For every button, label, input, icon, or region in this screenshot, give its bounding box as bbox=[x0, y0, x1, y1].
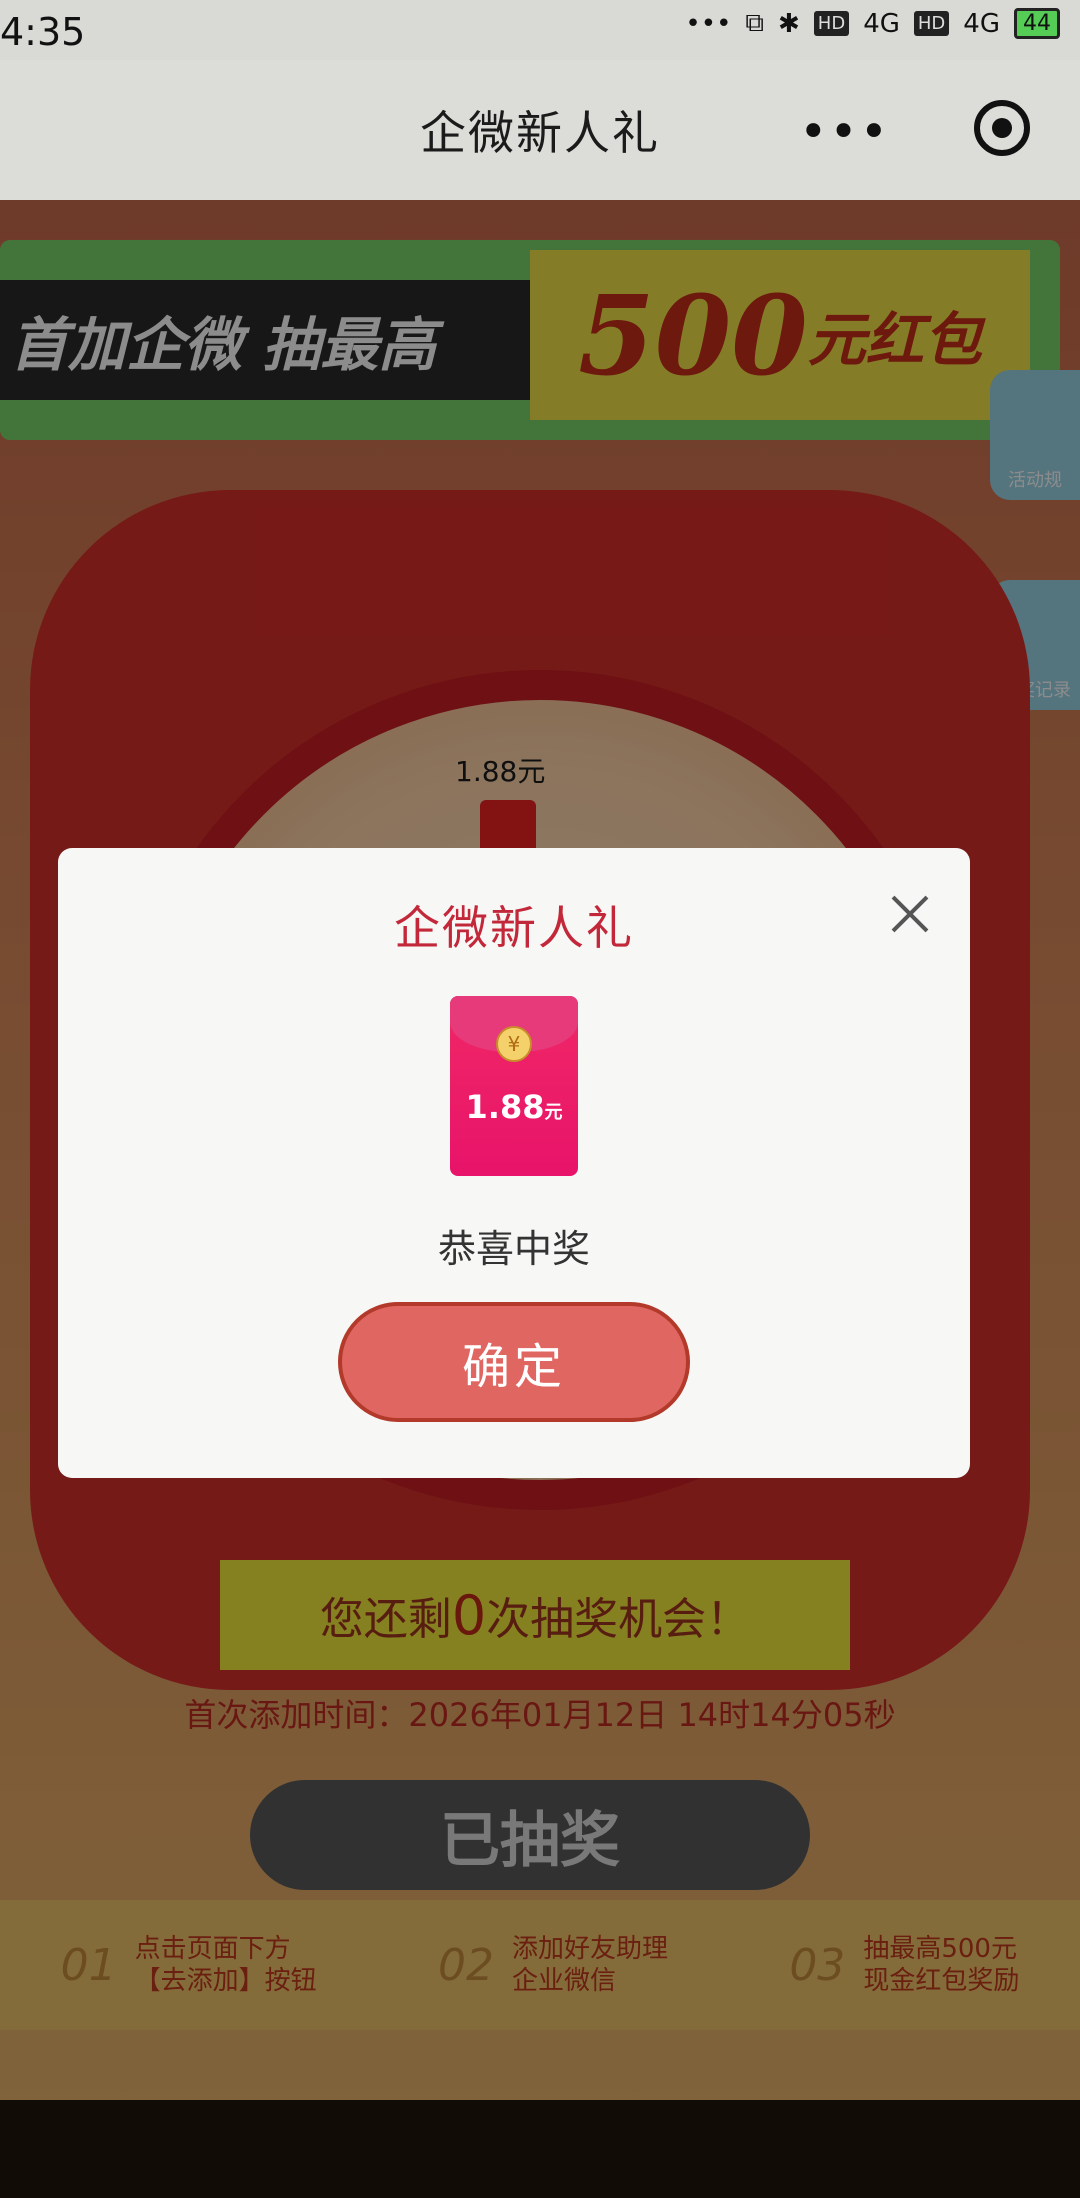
bluetooth-icon: ✱ bbox=[777, 8, 800, 39]
hd-badge-2: HD bbox=[913, 11, 950, 36]
yuan-coin-icon: ¥ bbox=[496, 1026, 532, 1062]
modal-title: 企微新人礼 bbox=[394, 901, 634, 955]
battery-icon: 44 bbox=[1014, 8, 1060, 39]
envelope-amount-value: 1.88 bbox=[465, 1088, 545, 1126]
mini-program-title-bar: 企微新人礼 ••• bbox=[0, 60, 1080, 200]
close-miniprogram-icon[interactable] bbox=[974, 100, 1030, 156]
hd-badge: HD bbox=[813, 11, 850, 36]
signal-icon-2: 4G bbox=[963, 8, 1000, 39]
status-icons: ••• ⧉ ✱ HD 4G HD 4G 44 bbox=[685, 8, 1060, 39]
envelope-amount: 1.88元 bbox=[450, 1088, 578, 1126]
status-bar: 4:35 ••• ⧉ ✱ HD 4G HD 4G 44 bbox=[0, 0, 1080, 60]
signal-icon: 4G bbox=[863, 8, 900, 39]
bottom-dark-area bbox=[0, 2100, 1080, 2198]
congrats-text: 恭喜中奖 bbox=[437, 1227, 590, 1271]
page-title: 企微新人礼 bbox=[420, 106, 660, 160]
confirm-button[interactable]: 确定 bbox=[338, 1302, 690, 1422]
more-dots-icon: ••• bbox=[685, 8, 732, 39]
red-envelope-icon: ¥ 1.88元 bbox=[450, 996, 578, 1176]
prize-modal: 企微新人礼 ¥ 1.88元 恭喜中奖 确定 bbox=[58, 848, 970, 1478]
close-icon[interactable] bbox=[890, 894, 930, 934]
status-time: 4:35 bbox=[0, 10, 86, 54]
envelope-amount-unit: 元 bbox=[544, 1102, 563, 1123]
more-options-icon[interactable]: ••• bbox=[799, 104, 890, 160]
cast-icon: ⧉ bbox=[745, 8, 764, 38]
